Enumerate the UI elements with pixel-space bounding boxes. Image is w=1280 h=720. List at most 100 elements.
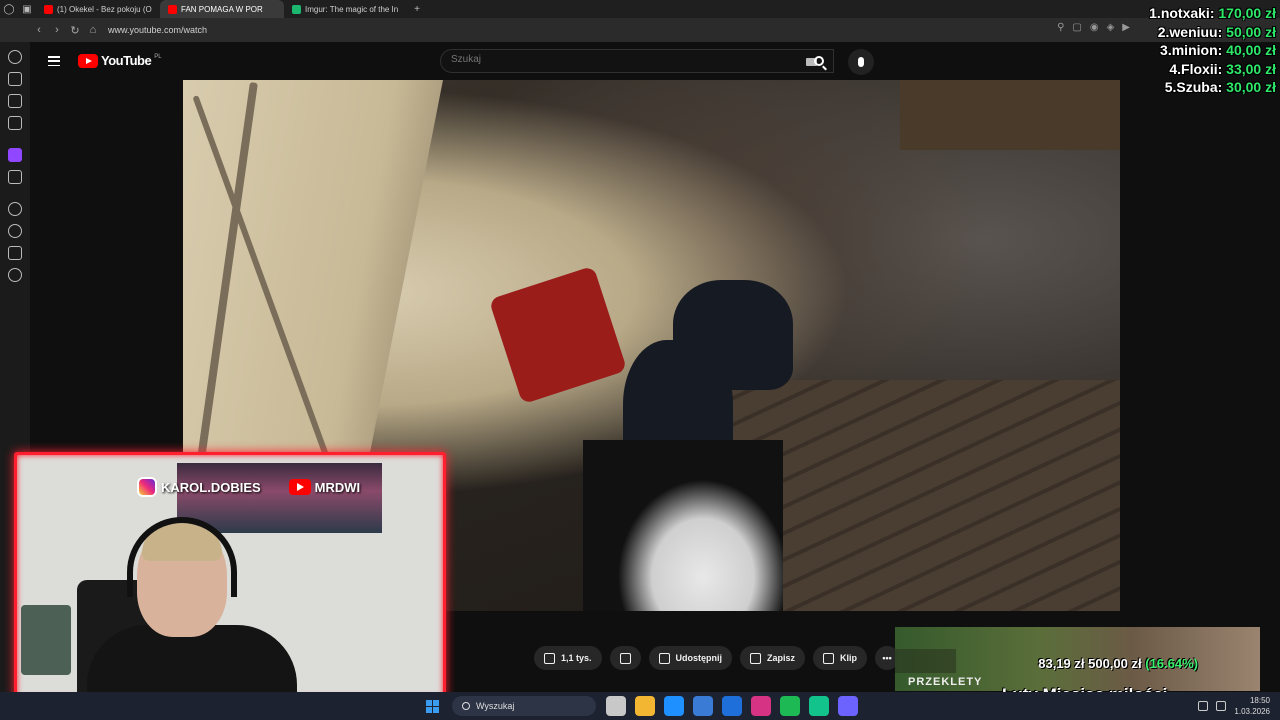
share-icon: [658, 652, 670, 664]
settings-icon[interactable]: [8, 268, 22, 282]
like-button[interactable]: 1,1 tys.: [534, 646, 602, 670]
goal-percent: (16.64%): [1145, 656, 1198, 671]
goal-amounts: 83,19 zł 500,00 zł (16.64%): [1038, 656, 1198, 671]
search-icon: [462, 702, 470, 710]
instagram-icon: [137, 477, 157, 497]
clock[interactable]: 18:50 1.03.2026: [1234, 695, 1270, 717]
dislike-button[interactable]: [609, 646, 641, 670]
youtube-icon: [288, 479, 311, 495]
more-icon: •••: [882, 653, 892, 663]
leaderboard-row: 4.Floxii: 33,00 zł: [1169, 60, 1276, 77]
play-icon[interactable]: ▶: [1122, 22, 1130, 33]
new-tab-icon[interactable]: +: [408, 0, 426, 18]
player-icon[interactable]: [8, 202, 22, 216]
system-tray: 18:50 1.03.2026: [1198, 695, 1270, 717]
start-button[interactable]: [426, 700, 439, 713]
clip-label: Klip: [840, 653, 858, 663]
taskbar-app-icon[interactable]: [606, 696, 626, 716]
address-bar-tools: ⚲ ▢ ◉ ◈ ▶: [1057, 22, 1130, 33]
taskbar-app-icon[interactable]: [635, 696, 655, 716]
taskbar-app-icon[interactable]: [809, 696, 829, 716]
volume-icon[interactable]: [1216, 701, 1227, 711]
like-count: 1,1 tys.: [561, 653, 592, 663]
url-field[interactable]: www.youtube.com/watch: [108, 25, 207, 35]
bookmark-icon: [750, 652, 762, 664]
youtube-play-icon: [78, 53, 98, 68]
twitch-icon[interactable]: [8, 148, 22, 162]
taskbar-app-icon[interactable]: [693, 696, 713, 716]
youtube-logo[interactable]: YouTube PL: [78, 53, 162, 68]
shield-icon[interactable]: ◈: [1107, 22, 1115, 33]
tab-title: Imgur: The magic of the In: [305, 4, 399, 14]
tab-title: (1) Okekel - Bez pokoju (O: [57, 4, 152, 14]
taskbar-app-icon[interactable]: [780, 696, 800, 716]
reload-icon[interactable]: ↻: [66, 18, 84, 42]
pin-icon[interactable]: ⚲: [1057, 22, 1064, 33]
browser-tab[interactable]: Imgur: The magic of the In: [284, 0, 408, 18]
taskbar: Wyszukaj 18:50 1.03.2026: [0, 692, 1280, 720]
leaderboard-row: 3.minion: 40,00 zł: [1160, 42, 1276, 58]
donation-leaderboard: 1.notxaki: 170,00 zł 2.weniuu: 50,00 zł …: [1149, 4, 1276, 97]
scissors-icon: [823, 652, 835, 664]
taskbar-search-label: Wyszukaj: [476, 701, 515, 711]
mail-icon[interactable]: [8, 116, 22, 130]
youtube-handle: MRDWI: [314, 479, 361, 495]
social-handles: KAROL.DOBIES MRDWI: [137, 477, 360, 497]
thumbs-down-icon: [619, 652, 631, 664]
forward-icon[interactable]: ›: [48, 18, 66, 42]
x-icon[interactable]: [8, 170, 22, 184]
share-label: Udostępnij: [675, 653, 723, 663]
youtube-favicon-icon: [44, 4, 53, 14]
clock-time: 18:50: [1249, 696, 1270, 705]
tab-title: FAN POMAGA W POR: [181, 4, 263, 14]
taskbar-app-icon[interactable]: [664, 696, 684, 716]
browser-menu-icon[interactable]: ◯: [0, 0, 18, 18]
voice-search-button[interactable]: [848, 49, 874, 75]
imgur-favicon-icon: [292, 4, 301, 14]
taskbar-app-icon[interactable]: [838, 696, 858, 716]
network-icon[interactable]: [1198, 701, 1209, 711]
clock-icon[interactable]: [8, 224, 22, 238]
logo-region: PL: [154, 53, 162, 60]
youtube-favicon-icon: [168, 4, 177, 14]
goal-target: 500,00 zł: [1088, 656, 1142, 671]
extensions-icon[interactable]: [8, 246, 22, 260]
goal-progress-bar: [895, 649, 956, 673]
taskbar-app-icon[interactable]: [751, 696, 771, 716]
leaderboard-row: 5.Szuba: 30,00 zł: [1164, 79, 1276, 95]
browser-tab-active[interactable]: FAN POMAGA W POR: [160, 0, 284, 18]
search-box[interactable]: [440, 49, 834, 73]
search-button[interactable]: [804, 49, 834, 73]
youtube-header: YouTube PL: [30, 42, 1280, 80]
menu-icon[interactable]: [48, 56, 60, 66]
share-button[interactable]: Udostępnij: [648, 646, 733, 670]
tab-overview-icon[interactable]: ▣: [18, 0, 36, 18]
search-input[interactable]: [451, 54, 751, 65]
taskbar-app-icon[interactable]: [722, 696, 742, 716]
history-icon[interactable]: [8, 50, 22, 64]
video-shelf: [900, 80, 1120, 150]
logo-text: YouTube: [101, 53, 152, 68]
goal-tag: PRZEKLETY: [908, 676, 983, 688]
notes-icon[interactable]: [8, 94, 22, 108]
leaderboard-row: 1.notxaki: 170,00 zł: [1149, 5, 1276, 21]
back-icon[interactable]: ‹: [30, 18, 48, 42]
lock-icon: ⌂: [89, 24, 97, 36]
bookmarks-icon[interactable]: [8, 72, 22, 86]
camera-icon[interactable]: ◉: [1090, 22, 1099, 33]
search-icon: [814, 56, 824, 66]
leaderboard-row: 2.weniuu: 50,00 zł: [1157, 23, 1276, 40]
taskbar-search[interactable]: Wyszukaj: [452, 696, 596, 716]
address-bar: ‹ › ↻ ⌂ www.youtube.com/watch ⚲ ▢ ◉ ◈ ▶: [0, 18, 1280, 42]
taskbar-apps: [606, 696, 858, 716]
screenshot-icon[interactable]: ▢: [1072, 22, 1081, 33]
thumbs-up-icon: [544, 652, 555, 664]
video-officer: [673, 280, 793, 390]
video-tire-changer: [488, 265, 628, 405]
microphone-icon: [858, 57, 864, 67]
instagram-handle: KAROL.DOBIES: [161, 479, 261, 495]
browser-tab[interactable]: (1) Okekel - Bez pokoju (O: [36, 0, 160, 18]
clip-button[interactable]: Klip: [813, 646, 868, 670]
webcam-background-plant: [21, 605, 71, 675]
save-button[interactable]: Zapisz: [740, 646, 806, 670]
